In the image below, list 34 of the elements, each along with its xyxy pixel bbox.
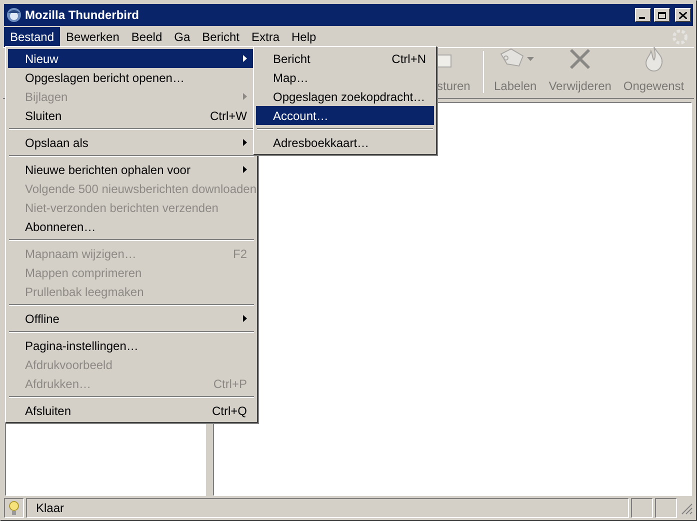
menu-item[interactable]: Map… <box>256 68 434 87</box>
menu-bar-item[interactable]: Bestand <box>4 26 60 46</box>
lightbulb-icon <box>9 500 19 516</box>
status-text: Klaar <box>26 498 629 518</box>
menu-bar-item[interactable]: Beeld <box>125 26 168 46</box>
menu-item[interactable]: Nieuw <box>8 49 255 68</box>
menu-bar-item[interactable]: Ga <box>168 26 196 46</box>
menu-bar-item[interactable]: Bericht <box>196 26 246 46</box>
menu-item[interactable]: Account… <box>256 106 434 125</box>
menu-item[interactable]: Opgeslagen zoekopdracht… <box>256 87 434 106</box>
close-button[interactable] <box>675 8 691 22</box>
throbber-icon <box>672 28 688 44</box>
menu-item[interactable]: Bericht Ctrl+N <box>256 49 434 68</box>
menu-bar-item[interactable]: Help <box>286 26 322 46</box>
flame-icon <box>644 46 664 72</box>
minimize-button[interactable] <box>635 8 651 22</box>
maximize-icon <box>658 12 666 18</box>
app-icon <box>6 7 22 23</box>
window-title: Mozilla Thunderbird <box>25 7 140 24</box>
menu-bar-item[interactable]: Extra <box>246 26 286 46</box>
resize-grip-icon <box>679 501 693 515</box>
menu-item[interactable]: Abonneren… <box>8 217 255 236</box>
menu-bar-item[interactable]: Bewerken <box>60 26 126 46</box>
menu-item[interactable]: Sluiten Ctrl+W <box>8 106 255 125</box>
delete-icon <box>568 47 592 71</box>
menu-item[interactable]: Opgeslagen bericht openen… <box>8 68 255 87</box>
maximize-button[interactable] <box>654 8 670 22</box>
menu-item[interactable]: Afsluiten Ctrl+Q <box>8 401 255 420</box>
menu-item[interactable]: Offline <box>8 309 255 328</box>
menu-item[interactable]: Nieuwe berichten ophalen voor <box>8 160 255 179</box>
menu-item[interactable]: Adresboekkaart… <box>256 133 434 152</box>
menu-item[interactable]: Opslaan als <box>8 133 255 152</box>
close-icon <box>679 12 687 18</box>
menu-item[interactable]: Pagina-instellingen… <box>8 336 255 355</box>
